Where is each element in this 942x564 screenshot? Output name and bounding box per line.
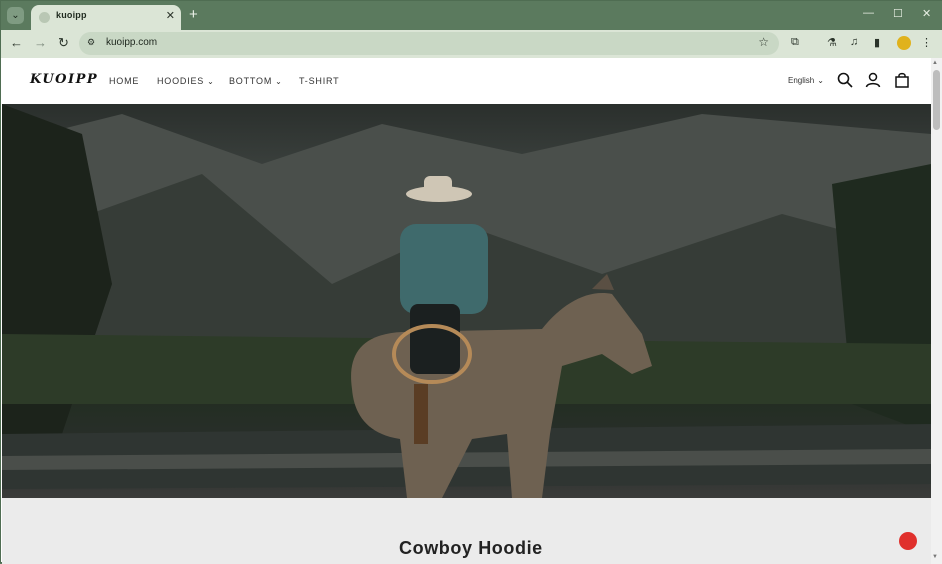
site-header: KUOIPP HOME HOODIES ⌄ BOTTOM ⌄ T-SHIRT Eng… <box>2 58 931 104</box>
page-scrollbar[interactable]: ▲ ▼ <box>931 58 942 564</box>
profile-avatar[interactable] <box>897 36 911 50</box>
menu-icon[interactable]: ⋮ <box>921 36 932 49</box>
scroll-up-icon[interactable]: ▲ <box>932 60 938 66</box>
bookmark-star-icon[interactable]: ☆ <box>758 35 769 49</box>
chat-widget-icon[interactable] <box>899 532 917 550</box>
back-icon[interactable]: ← <box>10 35 23 50</box>
scroll-thumb[interactable] <box>933 70 940 130</box>
forward-icon[interactable]: → <box>34 35 47 50</box>
chevron-down-icon: ⌄ <box>817 76 824 85</box>
side-panel-icon[interactable]: ▮ <box>874 36 880 49</box>
nav-hoodies[interactable]: HOODIES ⌄ <box>157 76 215 86</box>
url-text[interactable]: kuoipp.com <box>106 37 157 48</box>
nav-bottom-label: BOTTOM <box>229 76 273 86</box>
nav-tshirt[interactable]: T-SHIRT <box>299 76 339 86</box>
language-selector[interactable]: English ⌄ <box>788 76 824 85</box>
tab-favicon-icon <box>39 12 50 23</box>
extensions-icon[interactable]: ⧉ <box>791 36 799 49</box>
tab-close-icon[interactable]: ✕ <box>166 9 175 22</box>
hero-illustration <box>2 104 931 498</box>
address-bar[interactable]: ⚙ kuoipp.com ☆ <box>79 32 779 55</box>
chevron-down-icon: ⌄ <box>207 77 215 86</box>
tab-search-icon[interactable]: ⌄ <box>7 7 24 24</box>
tab-strip: ⌄ kuoipp ✕ + — ☐ ✕ <box>1 1 942 30</box>
language-label: English <box>788 76 815 85</box>
browser-tab[interactable]: kuoipp ✕ <box>31 5 181 30</box>
product-section: Cowboy Hoodie <box>2 498 931 564</box>
hero-image <box>2 104 931 498</box>
scroll-down-icon[interactable]: ▼ <box>932 554 938 560</box>
site-info-icon[interactable]: ⚙ <box>87 37 99 49</box>
chevron-down-icon: ⌄ <box>275 77 283 86</box>
search-icon[interactable] <box>837 72 853 88</box>
nav-home-label: HOME <box>109 76 140 86</box>
nav-hoodies-label: HOODIES <box>157 76 205 86</box>
nav-bottom[interactable]: BOTTOM ⌄ <box>229 76 283 86</box>
labs-icon[interactable]: ⚗ <box>827 36 837 49</box>
nav-home[interactable]: HOME <box>109 76 139 86</box>
site-logo[interactable]: KUOIPP <box>30 72 98 87</box>
cart-icon[interactable] <box>894 72 910 88</box>
media-icon[interactable]: ♫ <box>850 36 858 48</box>
nav-tshirt-label: T-SHIRT <box>299 76 340 86</box>
tab-title: kuoipp <box>56 10 87 20</box>
new-tab-icon[interactable]: + <box>189 6 198 23</box>
minimize-icon[interactable]: — <box>863 7 874 19</box>
product-title: Cowboy Hoodie <box>399 538 543 558</box>
close-window-icon[interactable]: ✕ <box>922 7 931 20</box>
reload-icon[interactable]: ↻ <box>58 35 69 51</box>
page-viewport: KUOIPP HOME HOODIES ⌄ BOTTOM ⌄ T-SHIRT Eng… <box>2 58 931 564</box>
account-icon[interactable] <box>865 72 881 88</box>
maximize-icon[interactable]: ☐ <box>893 7 903 20</box>
browser-window: ⌄ kuoipp ✕ + — ☐ ✕ ← → ↻ ⚙ kuoipp.com ☆ … <box>0 0 942 564</box>
browser-toolbar: ← → ↻ ⚙ kuoipp.com ☆ ⧉ ⚗ ♫ ▮ ⋮ <box>1 30 942 58</box>
